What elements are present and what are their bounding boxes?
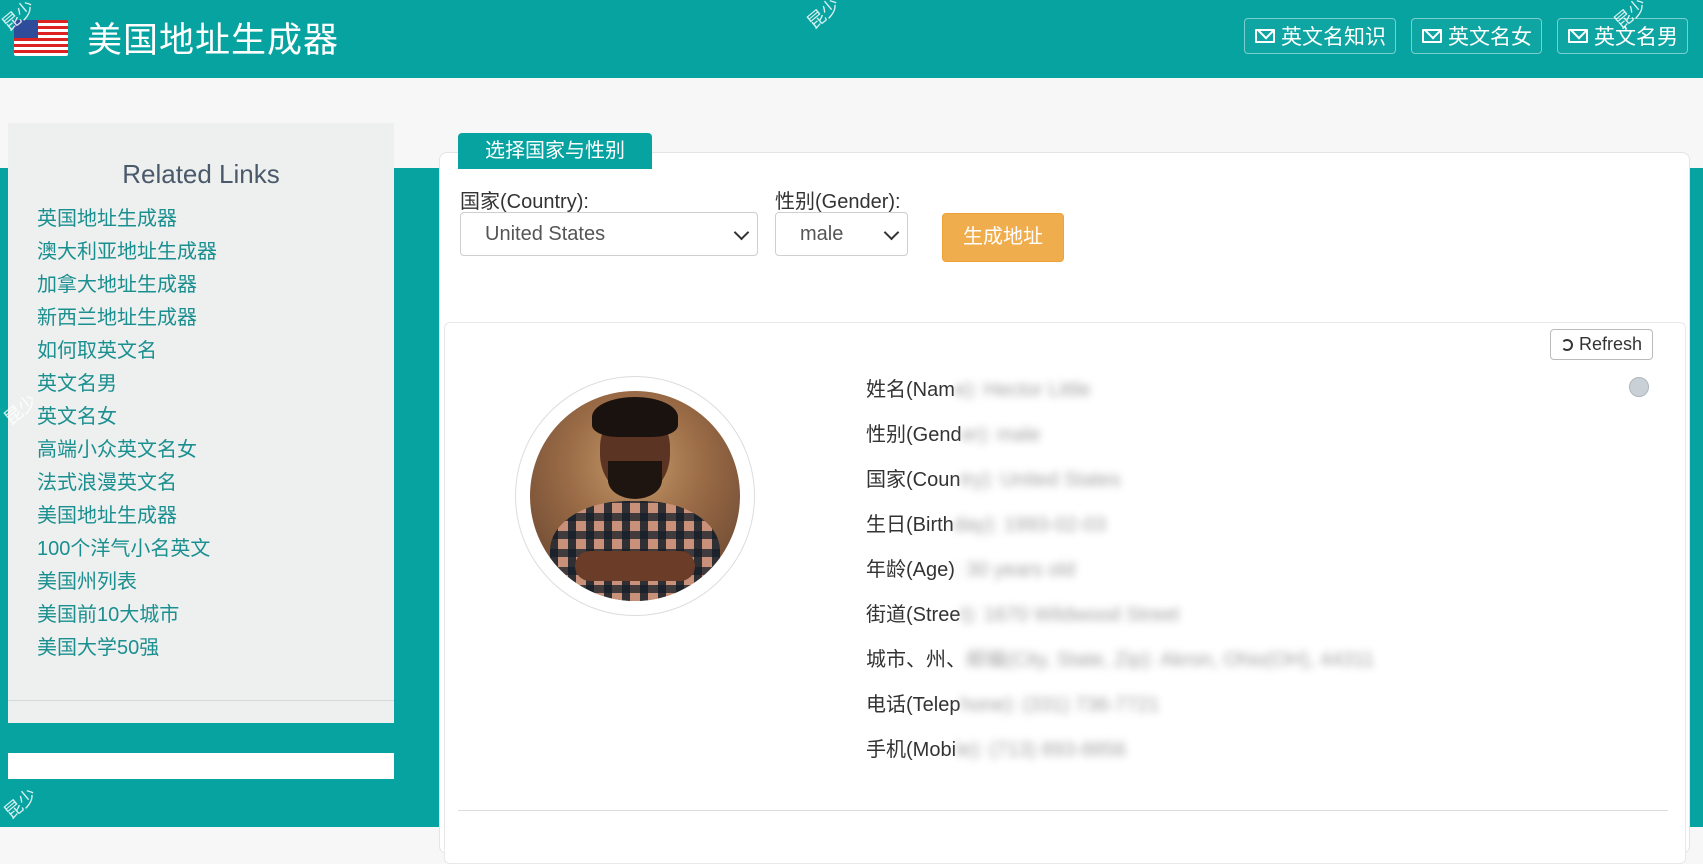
related-links-list: 英国地址生成器 澳大利亚地址生成器 加拿大地址生成器 新西兰地址生成器 如何取英…	[37, 203, 217, 665]
detail-row-country: 国家(Country): United States	[866, 463, 1374, 508]
related-links-title: Related Links	[122, 159, 280, 189]
refresh-label: Refresh	[1578, 334, 1643, 354]
nav-label: 英文名女	[1448, 26, 1532, 49]
detail-label: 电话(Telep	[866, 694, 961, 716]
detail-row-name: 姓名(Name): Hector Little	[866, 373, 1374, 418]
related-links-panel: Related Links 英国地址生成器 澳大利亚地址生成器 加拿大地址生成器…	[8, 123, 394, 723]
detail-value: e): Hector Little	[954, 379, 1091, 401]
tab-select-country-gender[interactable]: 选择国家与性别	[458, 133, 652, 169]
gender-label: 性别(Gender):	[775, 191, 901, 213]
related-link[interactable]: 加拿大地址生成器	[37, 269, 217, 302]
related-link[interactable]: 美国前10大城市	[37, 599, 217, 632]
related-link[interactable]: 澳大利亚地址生成器	[37, 236, 217, 269]
detail-row-birthday: 生日(Birthday): 1993-02-03	[866, 508, 1374, 553]
related-link[interactable]: 高端小众英文名女	[37, 434, 217, 467]
related-link[interactable]: 英文名女	[37, 401, 217, 434]
detail-label: 城市、州、	[866, 649, 966, 671]
detail-value: : 30 years old	[954, 559, 1075, 581]
divider	[8, 700, 394, 701]
related-link[interactable]: 英文名男	[37, 368, 217, 401]
detail-row-mobile: 手机(Mobile): (713) 893-8856	[866, 733, 1374, 778]
detail-label: 年龄(Age)	[866, 559, 955, 581]
detail-row-city-state-zip: 城市、州、邮编(City, State, Zip): Akron, Ohio(O…	[866, 643, 1374, 688]
detail-label: 国家(Coun	[866, 469, 961, 491]
detail-label: 姓名(Nam	[866, 379, 955, 401]
related-link[interactable]: 英国地址生成器	[37, 203, 217, 236]
chevron-down-icon	[883, 224, 900, 241]
detail-row-age: 年龄(Age): 30 years old	[866, 553, 1374, 598]
detail-value: le): (713) 893-8856	[956, 739, 1127, 761]
generate-address-button[interactable]: 生成地址	[942, 213, 1064, 262]
detail-value: try): United States	[960, 469, 1121, 491]
mail-icon	[1255, 29, 1275, 43]
chevron-down-icon	[733, 224, 750, 241]
globe-icon[interactable]	[1629, 377, 1649, 397]
nav-button-female-names[interactable]: 英文名女	[1411, 18, 1542, 54]
detail-row-street: 街道(Street): 1670 Wildwood Street	[866, 598, 1374, 643]
detail-label: 生日(Birth	[866, 514, 954, 536]
brand[interactable]: 美国地址生成器	[14, 12, 339, 63]
nav-label: 英文名男	[1594, 26, 1678, 49]
refresh-icon	[1560, 338, 1573, 351]
avatar	[530, 391, 740, 601]
person-details: 姓名(Name): Hector Little 性别(Gender): male…	[866, 373, 1374, 778]
detail-row-gender: 性别(Gender): male	[866, 418, 1374, 463]
nav-button-name-knowledge[interactable]: 英文名知识	[1244, 18, 1396, 54]
related-link[interactable]: 美国州列表	[37, 566, 217, 599]
related-link[interactable]: 如何取英文名	[37, 335, 217, 368]
detail-label: 街道(Stree	[866, 604, 961, 626]
mail-icon	[1568, 29, 1588, 43]
detail-label: 性别(Gend	[866, 424, 962, 446]
divider	[458, 810, 1668, 811]
nav-label: 英文名知识	[1281, 26, 1386, 49]
detail-value: day): 1993-02-03	[953, 514, 1107, 536]
detail-label: 手机(Mobi	[866, 739, 957, 761]
detail-value: 邮编(City, State, Zip): Akron, Ohio(OH), 4…	[966, 649, 1375, 671]
us-flag-icon	[14, 19, 68, 56]
detail-value: hone): (331) 736-7721	[960, 694, 1160, 716]
related-link[interactable]: 美国大学50强	[37, 632, 217, 665]
related-link[interactable]: 法式浪漫英文名	[37, 467, 217, 500]
refresh-button[interactable]: Refresh	[1550, 329, 1653, 360]
site-title: 美国地址生成器	[87, 21, 340, 60]
detail-row-telephone: 电话(Telephone): (331) 736-7721	[866, 688, 1374, 733]
nav-button-male-names[interactable]: 英文名男	[1557, 18, 1688, 54]
country-value: United States	[485, 222, 606, 245]
gender-value: male	[800, 222, 844, 245]
country-select[interactable]: United States	[460, 212, 758, 256]
related-link[interactable]: 100个洋气小名英文	[37, 533, 217, 566]
related-link[interactable]: 新西兰地址生成器	[37, 302, 217, 335]
site-header: 美国地址生成器 英文名知识 英文名女 英文名男	[0, 0, 1703, 78]
gender-select[interactable]: male	[775, 212, 908, 256]
related-link[interactable]: 美国地址生成器	[37, 500, 217, 533]
mail-icon	[1422, 29, 1442, 43]
sidebar-footer-box	[8, 753, 394, 779]
detail-value: er): male	[961, 424, 1041, 446]
country-label: 国家(Country):	[460, 191, 589, 213]
detail-value: t): 1670 Wildwood Street	[960, 604, 1180, 626]
